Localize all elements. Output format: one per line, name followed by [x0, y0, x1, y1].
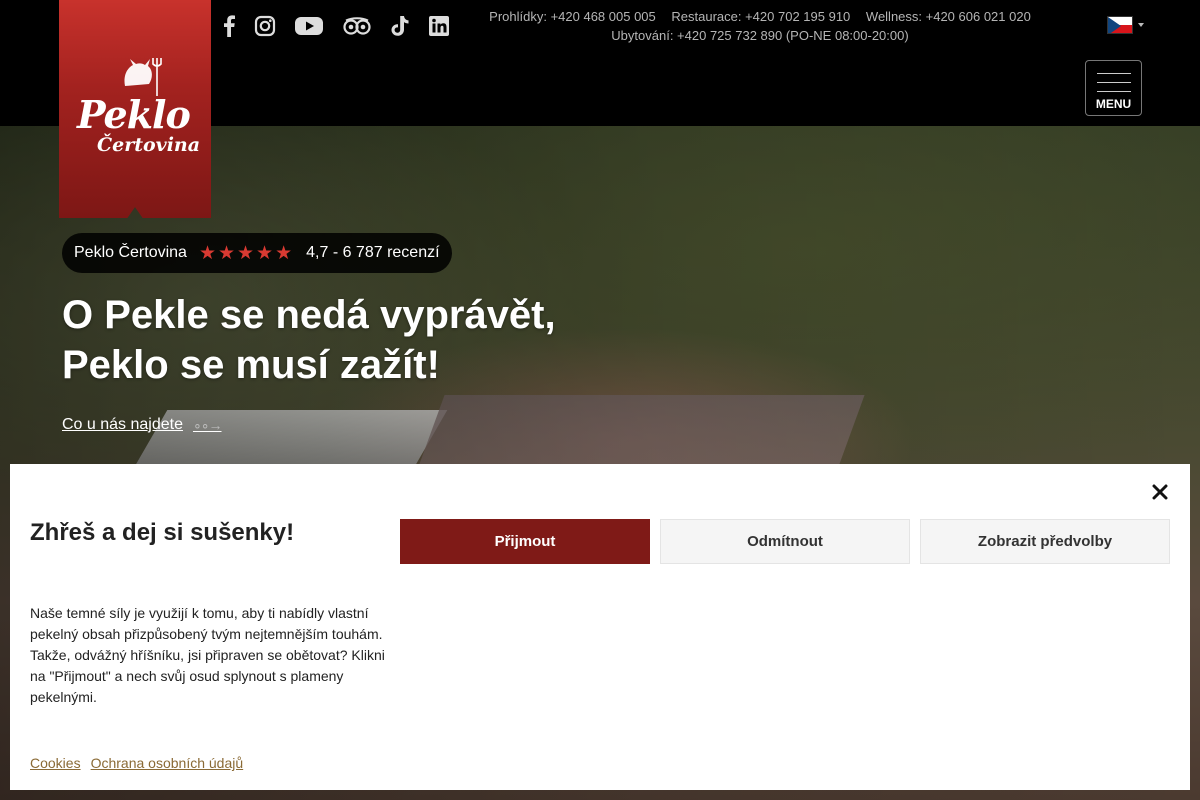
hero-cta-link[interactable]: Co u nás najdete ∘∘→ — [62, 416, 222, 434]
logo-text-certovina: Čertovina — [97, 134, 201, 156]
tiktok-icon[interactable] — [390, 14, 410, 38]
contact-accommodation[interactable]: Ubytování: +420 725 732 890 (PO-NE 08:00… — [430, 26, 1090, 45]
hero-headline: O Pekle se nedá vyprávět, Peklo se musí … — [62, 290, 682, 390]
language-selector[interactable] — [1107, 16, 1144, 34]
contact-restaurant[interactable]: Restaurace: +420 702 195 910 — [671, 9, 850, 24]
rating-text: 4,7 - 6 787 recenzí — [306, 244, 440, 261]
logo-text-peklo: Peklo — [77, 92, 191, 137]
contact-line-1: Prohlídky: +420 468 005 005 Restaurace: … — [430, 7, 1090, 26]
accept-button[interactable]: Přijmout — [400, 519, 650, 564]
privacy-link[interactable]: Ochrana osobních údajů — [91, 755, 244, 771]
close-icon[interactable] — [1148, 480, 1172, 504]
tripadvisor-icon[interactable] — [342, 14, 372, 38]
cz-flag-icon — [1107, 16, 1133, 34]
hero-cta-label: Co u nás najdete — [62, 416, 183, 433]
contact-wellness[interactable]: Wellness: +420 606 021 020 — [866, 9, 1031, 24]
rating-badge[interactable]: Peklo Čertovina ★★★★★ 4,7 - 6 787 recenz… — [62, 233, 452, 273]
decline-button[interactable]: Odmítnout — [660, 519, 910, 564]
cookie-links: Cookies Ochrana osobních údajů — [30, 755, 243, 771]
cookie-title: Zhřeš a dej si sušenky! — [30, 519, 295, 546]
caret-down-icon — [1138, 23, 1144, 27]
cookie-text: Naše temné síly je využijí k tomu, aby t… — [30, 605, 385, 705]
youtube-icon[interactable] — [294, 14, 324, 38]
preferences-button[interactable]: Zobrazit předvolby — [920, 519, 1170, 564]
facebook-icon[interactable] — [222, 14, 236, 38]
menu-label: MENU — [1095, 97, 1132, 111]
social-links — [222, 14, 450, 38]
contact-tours[interactable]: Prohlídky: +420 468 005 005 — [489, 9, 656, 24]
cookie-banner: Zhřeš a dej si sušenky! Naše temné síly … — [10, 464, 1190, 790]
rating-stars: ★★★★★ — [198, 242, 295, 264]
instagram-icon[interactable] — [254, 14, 276, 38]
rating-name: Peklo Čertovina — [74, 244, 187, 261]
logo[interactable]: Peklo Čertovina — [59, 0, 211, 218]
hero-headline-line1: O Pekle se nedá vyprávět, — [62, 293, 556, 337]
arrow-right-icon: ∘∘→ — [192, 416, 223, 433]
hero-headline-line2: Peklo se musí zažít! — [62, 343, 440, 387]
contact-info: Prohlídky: +420 468 005 005 Restaurace: … — [430, 7, 1090, 45]
cookies-link[interactable]: Cookies — [30, 755, 81, 771]
menu-button[interactable]: MENU — [1085, 60, 1142, 116]
